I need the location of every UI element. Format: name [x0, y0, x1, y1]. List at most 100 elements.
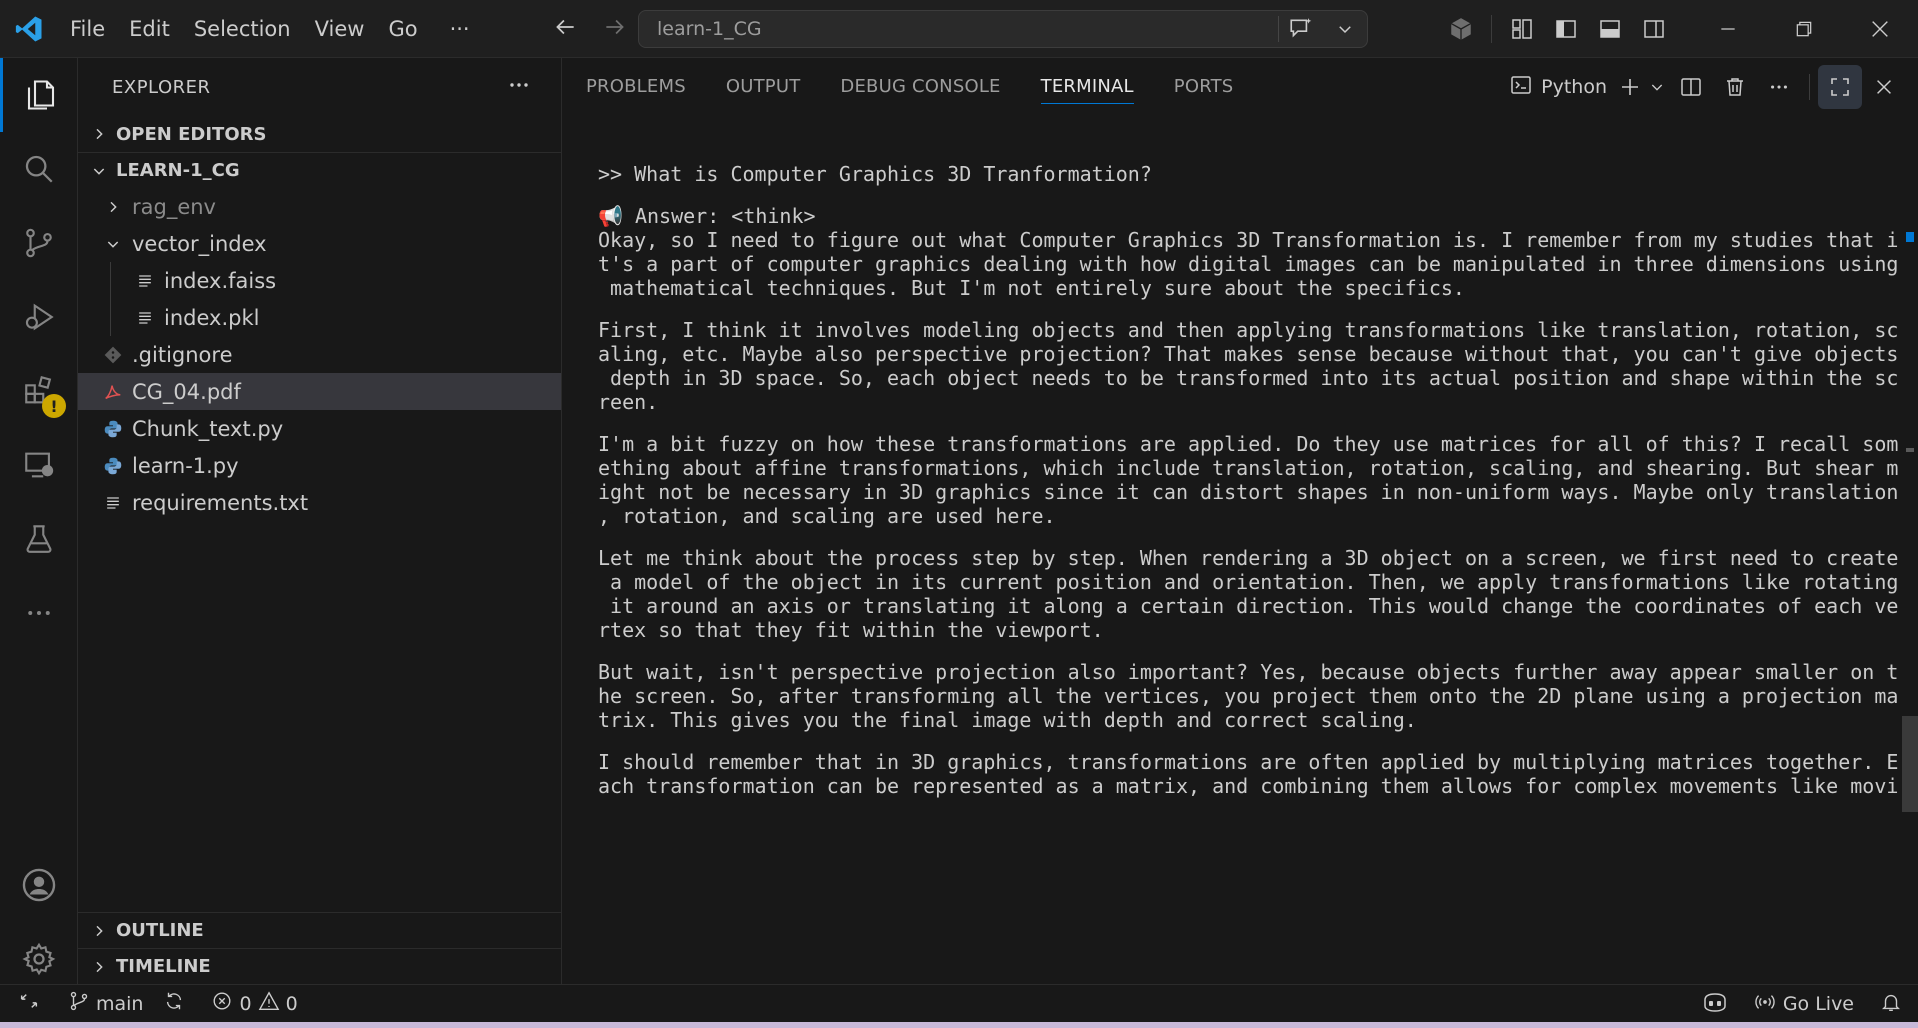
terminal-line: First, I think it involves modeling obje…	[598, 318, 1899, 342]
more-actions-icon[interactable]	[1757, 65, 1801, 109]
tab-debug-console[interactable]: DEBUG CONSOLE	[840, 58, 1000, 116]
project-section[interactable]: LEARN-1_CG	[78, 152, 561, 188]
back-arrow-icon[interactable]	[552, 14, 578, 45]
menu-edit[interactable]: Edit	[117, 9, 182, 49]
broadcast-icon	[1753, 991, 1777, 1018]
tree-item[interactable]: vector_index	[78, 225, 561, 262]
tree-item[interactable]: index.faiss	[78, 262, 561, 299]
menu-file[interactable]: File	[58, 9, 117, 49]
python-file-icon	[100, 453, 126, 479]
tree-item-label: learn-1.py	[132, 453, 239, 478]
remote-indicator[interactable]	[0, 985, 58, 1023]
scroll-thumb[interactable]	[1902, 716, 1918, 812]
terminal-line: Okay, so I need to figure out what Compu…	[598, 228, 1899, 252]
tab-terminal[interactable]: TERMINAL	[1040, 58, 1134, 116]
menu-go[interactable]: Go	[376, 9, 429, 49]
source-control-icon[interactable]	[0, 206, 78, 280]
close-window-icon[interactable]	[1842, 0, 1918, 58]
tree-item[interactable]: index.pkl	[78, 299, 561, 336]
terminal-line: depth in 3D space. So, each object needs…	[598, 366, 1899, 390]
terminal-line: >> What is Computer Graphics 3D Tranform…	[598, 162, 1152, 186]
tree-item[interactable]: CG_04.pdf	[78, 373, 561, 410]
toggle-panel-icon[interactable]	[1588, 7, 1632, 51]
customize-layout-icon[interactable]	[1500, 7, 1544, 51]
activity-bar: !	[0, 58, 78, 984]
command-center-text: learn-1_CG	[657, 18, 762, 40]
more-menu-button[interactable]: ···	[438, 9, 482, 49]
open-editors-section[interactable]: OPEN EDITORS	[78, 116, 561, 152]
tab-ports[interactable]: PORTS	[1174, 58, 1234, 116]
copilot-chat-icon[interactable]	[1279, 7, 1323, 51]
git-file-icon	[100, 342, 126, 368]
terminal-line: t's a part of computer graphics dealing …	[598, 252, 1899, 276]
file-tree: rag_env vector_index index.faiss index.pkl.…	[78, 188, 561, 521]
tree-item[interactable]: .gitignore	[78, 336, 561, 373]
tree-item[interactable]: Chunk_text.py	[78, 410, 561, 447]
extension-cube-icon[interactable]	[1439, 7, 1483, 51]
warning-badge-icon: !	[42, 394, 66, 418]
chevron-right-icon	[88, 123, 110, 145]
toggle-primary-sidebar-icon[interactable]	[1544, 7, 1588, 51]
project-label: LEARN-1_CG	[116, 160, 240, 181]
outline-section[interactable]: OUTLINE	[78, 912, 561, 948]
split-terminal-icon[interactable]	[1669, 65, 1713, 109]
tree-item-label: CG_04.pdf	[132, 379, 241, 404]
minimize-icon[interactable]	[1690, 0, 1766, 58]
chevron-down-icon[interactable]	[1645, 65, 1669, 109]
command-center-search[interactable]: learn-1_CG	[638, 10, 1368, 48]
terminal-profile[interactable]: Python	[1509, 73, 1607, 102]
testing-icon[interactable]	[0, 502, 78, 576]
terminal-line: But wait, isn't perspective projection a…	[598, 660, 1899, 684]
branch-indicator[interactable]: main	[58, 985, 153, 1023]
toggle-secondary-sidebar-icon[interactable]	[1632, 7, 1676, 51]
terminal-line: reen.	[598, 390, 659, 414]
tree-item[interactable]: learn-1.py	[78, 447, 561, 484]
scroll-marker	[1906, 448, 1914, 452]
terminal-output[interactable]: >> What is Computer Graphics 3D Tranform…	[598, 142, 1899, 798]
chevron-down-icon[interactable]	[1323, 7, 1367, 51]
remote-explorer-icon[interactable]	[0, 428, 78, 502]
timeline-section[interactable]: TIMELINE	[78, 948, 561, 984]
terminal-line: ight not be necessary in 3D graphics sin…	[598, 480, 1899, 504]
accounts-icon[interactable]	[0, 848, 78, 922]
terminal-scrollbar[interactable]	[1902, 116, 1918, 984]
notifications-button[interactable]	[1864, 985, 1918, 1023]
restore-icon[interactable]	[1766, 0, 1842, 58]
copilot-status[interactable]	[1687, 985, 1743, 1023]
tree-item[interactable]: rag_env	[78, 188, 561, 225]
problems-indicator[interactable]: 0 0	[201, 985, 307, 1023]
more-actions-icon[interactable]	[507, 73, 531, 102]
tab-problems[interactable]: PROBLEMS	[586, 58, 686, 116]
terminal-profile-label: Python	[1541, 76, 1607, 98]
chevron-right-icon	[100, 194, 126, 220]
forward-arrow-icon[interactable]	[602, 14, 628, 45]
tab-output[interactable]: OUTPUT	[726, 58, 801, 116]
error-icon	[211, 990, 233, 1017]
go-live-button[interactable]: Go Live	[1743, 985, 1864, 1023]
maximize-panel-icon[interactable]	[1818, 65, 1862, 109]
tree-item-label: rag_env	[132, 194, 216, 219]
menu-selection[interactable]: Selection	[182, 9, 303, 49]
bell-icon	[1880, 991, 1902, 1018]
search-icon[interactable]	[0, 132, 78, 206]
more-views-icon[interactable]	[0, 576, 78, 650]
menu-view[interactable]: View	[303, 9, 377, 49]
file-lines-icon	[132, 268, 158, 294]
close-panel-icon[interactable]	[1862, 65, 1906, 109]
terminal-line: Let me think about the process step by s…	[598, 546, 1899, 570]
tree-item-label: index.pkl	[164, 305, 260, 330]
extensions-icon[interactable]: !	[0, 354, 78, 428]
new-terminal-icon[interactable]	[1615, 65, 1645, 109]
outline-label: OUTLINE	[116, 920, 204, 941]
sync-indicator[interactable]	[153, 985, 195, 1023]
run-debug-icon[interactable]	[0, 280, 78, 354]
file-lines-icon	[100, 490, 126, 516]
terminal-line: I'm a bit fuzzy on how these transformat…	[598, 432, 1899, 456]
explorer-icon[interactable]	[0, 58, 78, 132]
tree-item-label: .gitignore	[132, 342, 233, 367]
menu-bar: File Edit Selection View Go ···	[58, 9, 482, 49]
tree-item[interactable]: requirements.txt	[78, 484, 561, 521]
trash-icon[interactable]	[1713, 65, 1757, 109]
terminal-icon	[1509, 73, 1533, 102]
